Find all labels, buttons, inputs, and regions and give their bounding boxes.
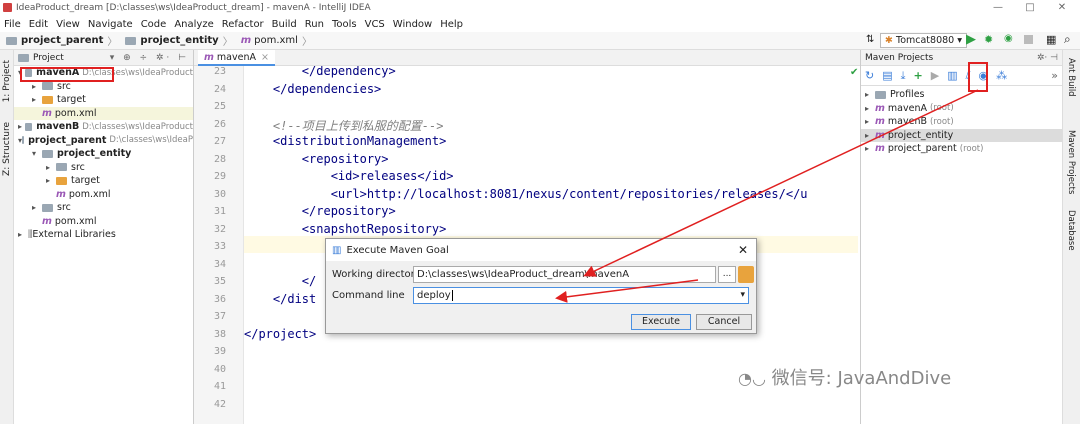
wechat-icon: ◔◡: [738, 369, 766, 388]
watermark-text: 微信号: JavaAndDive: [771, 368, 952, 389]
arrow-to-command-line: [555, 279, 699, 303]
annotation-arrows: [555, 89, 979, 303]
watermark: ◔◡ 微信号: JavaAndDive: [738, 364, 951, 390]
arrow-to-working-dir: [583, 89, 979, 277]
